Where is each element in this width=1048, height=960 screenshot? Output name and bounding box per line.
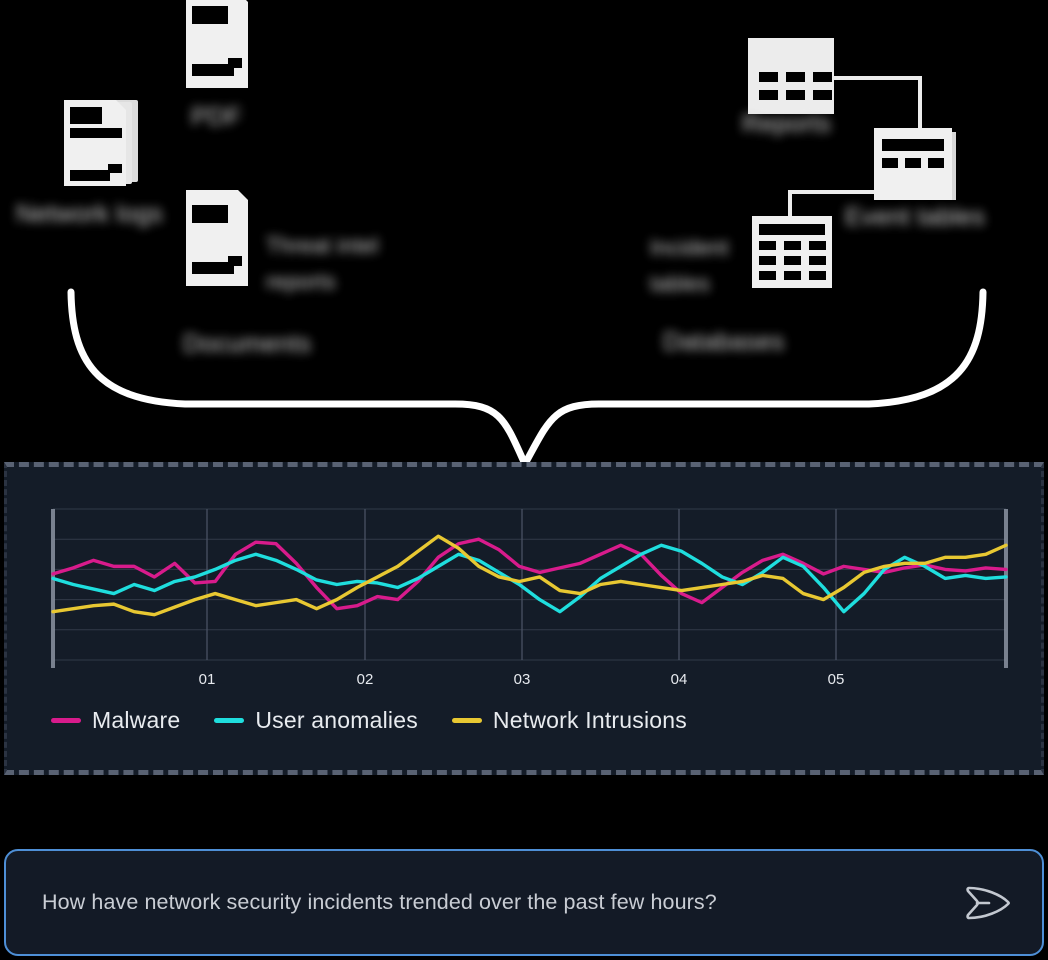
- table-icon: [748, 38, 834, 114]
- legend-item-0[interactable]: Malware: [51, 707, 180, 734]
- diagram-label-threat-intel-reports: Threat intel reports: [266, 233, 379, 294]
- x-tick-01: 01: [198, 671, 216, 688]
- document-icon: [186, 0, 248, 88]
- chat-input-bar[interactable]: [4, 849, 1044, 956]
- chart-inner: 01 02 03 04 05 Malware User anomalies Network …: [7, 467, 1041, 770]
- legend-swatch-icon: [51, 718, 81, 723]
- diagram-label-event-tables: Event tables: [845, 203, 985, 231]
- send-button[interactable]: [960, 877, 1016, 929]
- x-tick-05: 05: [827, 671, 845, 688]
- legend-label: User anomalies: [255, 707, 418, 733]
- chat-input-field[interactable]: [42, 890, 960, 915]
- x-tick-04: 04: [670, 671, 688, 688]
- chart-legend: Malware User anomalies Network Intrusions: [51, 707, 687, 734]
- legend-swatch-icon: [214, 718, 245, 723]
- chart-panel: 01 02 03 04 05 Malware User anomalies Network …: [4, 462, 1044, 775]
- legend-label: Network Intrusions: [492, 707, 687, 733]
- diagram-label-reports: Reports: [742, 110, 831, 138]
- legend-item-2[interactable]: Network Intrusions: [451, 707, 687, 734]
- brace-connector-icon: [67, 288, 987, 465]
- app-root: Network logs PDF Threat intel reports Do…: [0, 0, 1048, 960]
- document-stack-icon: [64, 100, 138, 186]
- document-icon: [186, 190, 248, 286]
- diagram-label-documents: Documents: [183, 330, 312, 358]
- send-arrow-icon: [966, 886, 1011, 919]
- legend-item-1[interactable]: User anomalies: [214, 707, 418, 734]
- x-tick-03: 03: [513, 671, 531, 688]
- diagram-label-databases: Databases: [663, 328, 785, 356]
- diagram-label-incident-tables: Incident tables: [650, 235, 729, 296]
- x-tick-02: 02: [356, 671, 374, 688]
- table-icon: [874, 128, 956, 200]
- legend-label: Malware: [92, 707, 181, 733]
- diagram-label-pdf: PDF: [191, 103, 242, 131]
- source-diagram: Network logs PDF Threat intel reports Do…: [0, 0, 1048, 465]
- diagram-label-network-logs: Network logs: [16, 200, 163, 228]
- table-grid-icon: [752, 216, 832, 288]
- legend-swatch-icon: [451, 718, 482, 723]
- diagram-graphics: [64, 0, 987, 465]
